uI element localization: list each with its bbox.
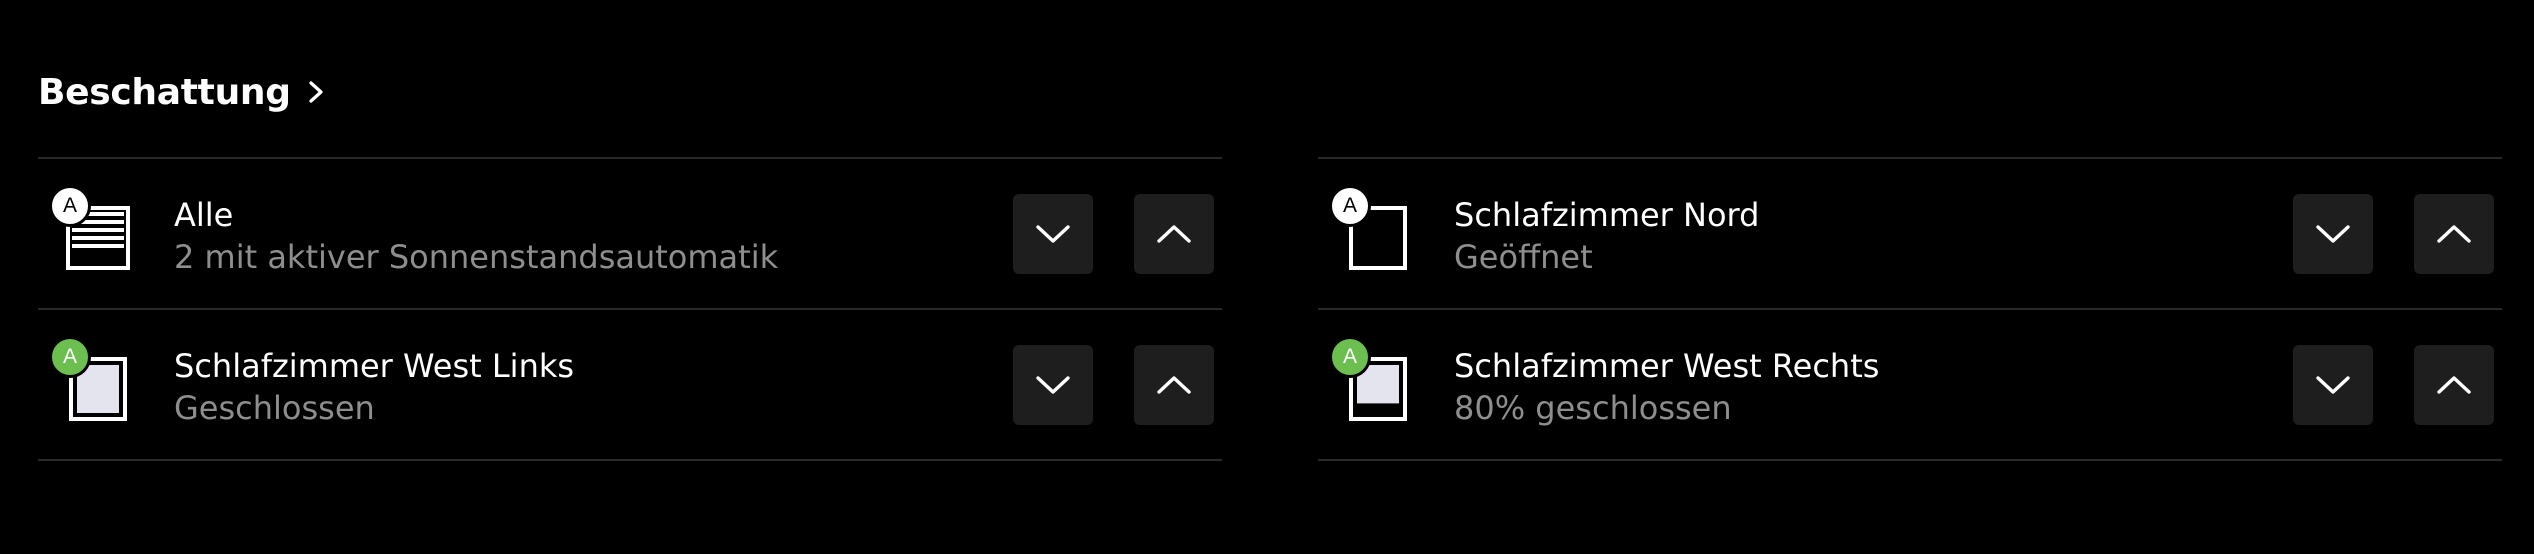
- window-partial-icon: A: [1329, 336, 1411, 422]
- raise-button[interactable]: [1134, 194, 1214, 274]
- divider: [38, 459, 1222, 461]
- chevron-down-icon: [1036, 376, 1070, 394]
- device-title: Schlafzimmer West Links: [174, 347, 575, 385]
- chevron-up-icon: [1157, 376, 1191, 394]
- chevron-up-icon: [1157, 225, 1191, 243]
- section-header-beschattung[interactable]: Beschattung: [38, 62, 327, 122]
- device-row-alle[interactable]: A Alle 2 mit aktiver Sonnenstandsautomat…: [38, 159, 1222, 308]
- automatic-badge: A: [1329, 185, 1371, 227]
- lower-button[interactable]: [1013, 345, 1093, 425]
- divider: [1318, 459, 2502, 461]
- raise-button[interactable]: [2414, 345, 2494, 425]
- device-status: Geöffnet: [1454, 238, 1593, 276]
- device-status: 2 mit aktiver Sonnenstandsautomatik: [174, 238, 779, 276]
- chevron-up-icon: [2437, 376, 2471, 394]
- automatic-badge: A: [49, 185, 91, 227]
- device-status: 80% geschlossen: [1454, 389, 1732, 427]
- chevron-up-icon: [2437, 225, 2471, 243]
- device-status: Geschlossen: [174, 389, 375, 427]
- lower-button[interactable]: [2293, 194, 2373, 274]
- lower-button[interactable]: [1013, 194, 1093, 274]
- device-title: Schlafzimmer West Rechts: [1454, 347, 1880, 385]
- automatic-badge: A: [49, 336, 91, 378]
- section-title: Beschattung: [38, 71, 291, 113]
- chevron-down-icon: [2316, 376, 2350, 394]
- raise-button[interactable]: [2414, 194, 2494, 274]
- chevron-down-icon: [2316, 225, 2350, 243]
- device-row-schlafzimmer-west-links[interactable]: A Schlafzimmer West Links Geschlossen: [38, 310, 1222, 459]
- automatic-badge: A: [1329, 336, 1371, 378]
- device-row-schlafzimmer-nord[interactable]: A Schlafzimmer Nord Geöffnet: [1318, 159, 2502, 308]
- device-column-left: A Alle 2 mit aktiver Sonnenstandsautomat…: [38, 157, 1222, 461]
- blinds-group-icon: A: [49, 185, 131, 271]
- chevron-right-icon: [305, 81, 327, 103]
- lower-button[interactable]: [2293, 345, 2373, 425]
- window-closed-icon: A: [49, 336, 131, 422]
- device-column-right: A Schlafzimmer Nord Geöffnet A Schlafzim…: [1318, 157, 2502, 461]
- device-title: Alle: [174, 196, 234, 234]
- raise-button[interactable]: [1134, 345, 1214, 425]
- device-title: Schlafzimmer Nord: [1454, 196, 1760, 234]
- window-open-icon: A: [1329, 185, 1411, 271]
- device-row-schlafzimmer-west-rechts[interactable]: A Schlafzimmer West Rechts 80% geschloss…: [1318, 310, 2502, 459]
- chevron-down-icon: [1036, 225, 1070, 243]
